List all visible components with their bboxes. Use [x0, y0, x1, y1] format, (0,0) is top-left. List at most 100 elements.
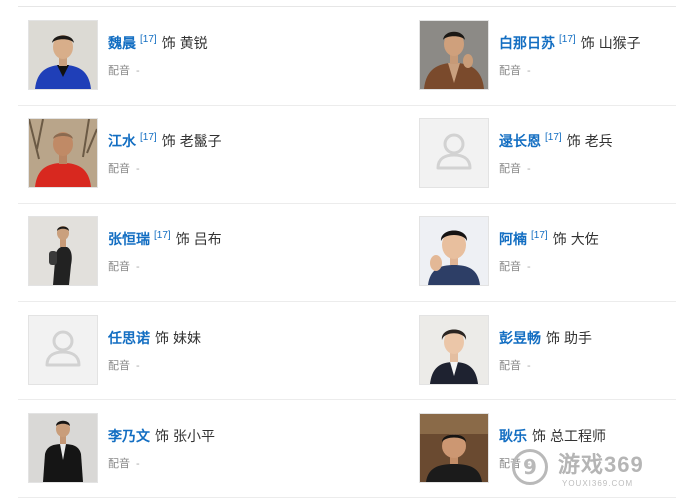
cast-name-line: 阿楠 [17] 饰大佐 [499, 230, 599, 248]
actor-photo[interactable] [419, 315, 489, 385]
top-divider [18, 6, 676, 7]
actor-name-link[interactable]: 逯长恩 [499, 133, 541, 149]
citation-link[interactable]: [17] [140, 34, 157, 45]
cast-name-line: 张恒瑞 [17] 饰吕布 [108, 230, 222, 248]
citation-link[interactable]: [17] [154, 230, 171, 241]
cast-card: 张恒瑞 [17] 饰吕布 配音 - [28, 216, 328, 296]
role-name: 吕布 [193, 231, 222, 247]
voice-label: 配音 [499, 261, 521, 273]
voice-line: 配音 - [499, 258, 531, 274]
cast-name-line: 逯长恩 [17] 饰老兵 [499, 132, 613, 150]
as-label: 饰 [161, 35, 176, 51]
actor-name-link[interactable]: 张恒瑞 [108, 231, 150, 247]
voice-label: 配音 [108, 360, 130, 372]
actor-photo[interactable] [28, 413, 98, 483]
as-label: 饰 [566, 133, 581, 149]
as-label: 饰 [161, 133, 176, 149]
actor-photo[interactable] [419, 413, 489, 483]
actor-name-link[interactable]: 江水 [108, 133, 136, 149]
cast-card: 白那日苏 [17] 饰山猴子 配音 - [419, 20, 676, 100]
voice-line: 配音 - [499, 357, 531, 373]
voice-line: 配音 - [108, 357, 140, 373]
cast-name-line: 江水 [17] 饰老鬣子 [108, 132, 222, 150]
cast-name-line: 任思诺饰妹妹 [108, 329, 201, 347]
citation-link[interactable]: [17] [531, 230, 548, 241]
cast-card: 魏晨 [17] 饰黄锐 配音 - [28, 20, 328, 100]
cast-name-line: 李乃文饰张小平 [108, 427, 215, 445]
as-label: 饰 [175, 231, 190, 247]
voice-line: 配音 - [499, 160, 531, 176]
row-divider [18, 497, 676, 498]
voice-label: 配音 [499, 163, 521, 175]
role-name: 张小平 [173, 428, 215, 444]
actor-name-link[interactable]: 任思诺 [108, 330, 150, 346]
actor-name-link[interactable]: 白那日苏 [499, 35, 555, 51]
placeholder-avatar-icon[interactable] [419, 118, 489, 188]
cast-name-line: 白那日苏 [17] 饰山猴子 [499, 34, 641, 52]
actor-photo[interactable] [419, 216, 489, 286]
watermark: 9 游戏369 YOUXI369.COM [512, 445, 672, 497]
as-label: 饰 [532, 428, 546, 444]
role-name: 妹妹 [173, 330, 201, 346]
cast-card: 阿楠 [17] 饰大佐 配音 - [419, 216, 676, 296]
watermark-subtitle: YOUXI369.COM [562, 479, 634, 488]
row-divider [18, 203, 676, 204]
actor-name-link[interactable]: 彭昱畅 [499, 330, 541, 346]
voice-value: - [527, 163, 531, 175]
role-name: 助手 [564, 330, 592, 346]
role-name: 老鬣子 [179, 133, 222, 149]
actor-photo[interactable] [28, 20, 98, 90]
voice-value: - [527, 261, 531, 273]
actor-name-link[interactable]: 魏晨 [108, 35, 136, 51]
voice-value: - [527, 65, 531, 77]
voice-label: 配音 [108, 458, 130, 470]
voice-value: - [136, 458, 140, 470]
voice-label: 配音 [499, 65, 521, 77]
watermark-title: 游戏369 [558, 452, 644, 477]
as-label: 饰 [155, 330, 169, 346]
cast-card: 彭昱畅饰助手 配音 - [419, 315, 676, 395]
placeholder-avatar-icon[interactable] [28, 315, 98, 385]
voice-value: - [136, 65, 140, 77]
cast-name-line: 彭昱畅饰助手 [499, 329, 592, 347]
cast-card: 江水 [17] 饰老鬣子 配音 - [28, 118, 328, 198]
voice-value: - [136, 163, 140, 175]
cast-card: 李乃文饰张小平 配音 - [28, 413, 328, 493]
voice-line: 配音 - [108, 258, 140, 274]
row-divider [18, 105, 676, 106]
role-name: 大佐 [570, 231, 599, 247]
role-name: 山猴子 [598, 35, 641, 51]
as-label: 饰 [155, 428, 169, 444]
actor-name-link[interactable]: 耿乐 [499, 428, 527, 444]
citation-link[interactable]: [17] [545, 132, 562, 143]
cast-card: 任思诺饰妹妹 配音 - [28, 315, 328, 395]
citation-link[interactable]: [17] [140, 132, 157, 143]
as-label: 饰 [552, 231, 567, 247]
watermark-logo-icon: 9 [512, 449, 548, 485]
voice-line: 配音 - [108, 160, 140, 176]
voice-line: 配音 - [108, 62, 140, 78]
role-name: 总工程师 [550, 428, 606, 444]
citation-link[interactable]: [17] [559, 34, 576, 45]
role-name: 老兵 [584, 133, 613, 149]
cast-name-line: 耿乐饰总工程师 [499, 427, 606, 445]
row-divider [18, 399, 676, 400]
voice-value: - [136, 261, 140, 273]
voice-label: 配音 [499, 360, 521, 372]
voice-line: 配音 - [108, 455, 140, 471]
as-label: 饰 [580, 35, 595, 51]
cast-name-line: 魏晨 [17] 饰黄锐 [108, 34, 208, 52]
voice-line: 配音 - [499, 62, 531, 78]
voice-label: 配音 [108, 65, 130, 77]
role-name: 黄锐 [179, 35, 208, 51]
voice-value: - [136, 360, 140, 372]
actor-photo[interactable] [28, 216, 98, 286]
actor-photo[interactable] [28, 118, 98, 188]
as-label: 饰 [546, 330, 560, 346]
actor-name-link[interactable]: 阿楠 [499, 231, 527, 247]
row-divider [18, 301, 676, 302]
cast-card: 逯长恩 [17] 饰老兵 配音 - [419, 118, 676, 198]
actor-photo[interactable] [419, 20, 489, 90]
voice-label: 配音 [108, 261, 130, 273]
actor-name-link[interactable]: 李乃文 [108, 428, 150, 444]
